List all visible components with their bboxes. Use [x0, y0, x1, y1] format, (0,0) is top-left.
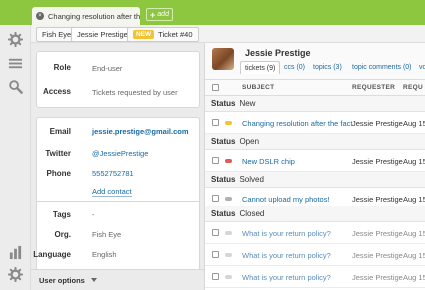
ticket-requester: Jessie Prestige [352, 229, 403, 238]
top-bar: × Changing resolution after the... + add [0, 0, 425, 25]
add-tab-button[interactable]: + add [146, 8, 173, 21]
new-badge: NEW [133, 30, 155, 39]
group-value: Closed [239, 209, 265, 218]
row-checkbox[interactable] [212, 119, 219, 126]
tags-label: Tags [52, 210, 71, 219]
phone-label: Phone [46, 169, 71, 178]
org-label: Org. [54, 230, 71, 239]
ticket-tab[interactable]: × Changing resolution after the... [32, 7, 140, 25]
ticket-requested: Aug 15 [403, 157, 425, 166]
row-checkbox[interactable] [212, 195, 219, 202]
twitter-label: Twitter [45, 149, 71, 158]
ticket-subject[interactable]: Cannot upload my photos! [242, 195, 330, 204]
row-checkbox[interactable] [212, 273, 219, 280]
tab-topic-comments[interactable]: topic comments (0) [348, 61, 416, 74]
add-tab-label: add [157, 11, 169, 18]
user-properties-panel: Role End-user Access Tickets requested b… [31, 43, 205, 290]
column-requested[interactable]: REQU [403, 84, 423, 91]
group-key: Status [211, 209, 236, 218]
tab-tickets[interactable]: tickets (9) [240, 61, 281, 74]
ticket-requested: Aug 15 [403, 229, 425, 238]
phone-value[interactable]: 5552752781 [92, 169, 134, 178]
main-content: Jessie Prestige tickets (9) ccs (0) topi… [205, 43, 425, 290]
group-header: Status New [205, 96, 425, 112]
breadcrumb-user[interactable]: Jessie Prestige [71, 27, 134, 42]
status-badge [225, 231, 232, 235]
breadcrumb: Fish Eye Jessie Prestige NEW Ticket #40 [31, 25, 425, 43]
settings-icon[interactable] [8, 32, 23, 47]
close-icon[interactable]: × [36, 12, 44, 20]
ticket-requester: Jessie Prestige [352, 119, 403, 128]
email-value[interactable]: jessie.prestige@gmail.com [92, 127, 189, 136]
tags-value[interactable]: - [92, 210, 95, 219]
column-subject[interactable]: SUBJECT [242, 84, 274, 91]
org-value[interactable]: Fish Eye [92, 230, 121, 239]
user-header: Jessie Prestige tickets (9) ccs (0) topi… [205, 43, 425, 79]
status-badge [225, 275, 232, 279]
ticket-requested: Aug 15 [403, 273, 425, 282]
table-row[interactable]: What is your return policy? Jessie Prest… [205, 266, 425, 288]
role-label: Role [53, 63, 71, 72]
group-key: Status [211, 99, 236, 108]
status-badge [225, 197, 232, 201]
user-options-label: User options [39, 275, 85, 285]
ticket-requester: Jessie Prestige [352, 273, 403, 282]
table-header: SUBJECT REQUESTER REQU [205, 79, 425, 96]
divider [36, 201, 200, 202]
column-requester[interactable]: REQUESTER [352, 84, 395, 91]
table-row[interactable]: What is your return policy? Jessie Prest… [205, 244, 425, 266]
tab-topics[interactable]: topics (3) [309, 61, 346, 74]
user-name: Jessie Prestige [245, 48, 311, 58]
language-value[interactable]: English [92, 250, 117, 259]
ticket-subject[interactable]: Changing resolution after the fact [242, 119, 353, 128]
status-badge [225, 121, 232, 125]
ticket-requested: Aug 15 [403, 119, 425, 128]
ticket-requester: Jessie Prestige [352, 157, 403, 166]
row-checkbox[interactable] [212, 251, 219, 258]
ticket-subject[interactable]: What is your return policy? [242, 229, 331, 238]
tab-votes[interactable]: vo [415, 61, 425, 74]
ticket-requested: Aug 15 [403, 251, 425, 260]
role-card: Role End-user Access Tickets requested b… [36, 51, 200, 108]
access-label: Access [42, 87, 71, 96]
select-all-checkbox[interactable] [212, 84, 219, 91]
role-value[interactable]: End-user [92, 64, 122, 73]
contact-card: Email jessie.prestige@gmail.com Twitter … [33, 117, 200, 274]
ticket-label: Ticket #40 [158, 30, 193, 39]
table-row[interactable]: What is your return policy? Jessie Prest… [205, 222, 425, 244]
access-value[interactable]: Tickets requested by user [92, 88, 178, 97]
twitter-value[interactable]: @JessiePrestige [92, 149, 148, 158]
user-options-button[interactable]: User options [31, 269, 204, 290]
tab-ccs[interactable]: ccs (0) [280, 61, 309, 74]
table-row[interactable]: New DSLR chip Jessie Prestige Aug 15 [205, 150, 425, 172]
ticket-subject[interactable]: What is your return policy? [242, 273, 331, 282]
ticket-subject[interactable]: New DSLR chip [242, 157, 295, 166]
group-header: Status Solved [205, 172, 425, 188]
group-value: New [239, 99, 256, 108]
language-label: Language [33, 250, 71, 259]
row-checkbox[interactable] [212, 229, 219, 236]
admin-gear-icon[interactable] [8, 267, 23, 282]
ticket-requester: Jessie Prestige [352, 251, 403, 260]
group-header: Status Closed [205, 206, 425, 222]
group-value: Open [239, 137, 260, 146]
ticket-subject[interactable]: What is your return policy? [242, 251, 331, 260]
group-key: Status [211, 175, 236, 184]
status-badge [225, 159, 232, 163]
email-label: Email [49, 127, 71, 136]
ticket-requested: Aug 15 [403, 195, 425, 204]
chevron-down-icon [90, 278, 97, 282]
status-badge [225, 253, 232, 257]
ticket-tab-label: Changing resolution after the... [48, 11, 140, 21]
table-row[interactable]: Changing resolution after the fact Jessi… [205, 112, 425, 134]
plus-icon: + [150, 9, 156, 20]
row-checkbox[interactable] [212, 157, 219, 164]
group-key: Status [211, 137, 236, 146]
group-header: Status Open [205, 134, 425, 150]
breadcrumb-ticket[interactable]: NEW Ticket #40 [127, 27, 199, 42]
avatar [212, 48, 234, 70]
group-value: Solved [239, 175, 264, 184]
ticket-requester: Jessie Prestige [352, 195, 403, 204]
add-contact-link[interactable]: Add contact [92, 187, 132, 197]
